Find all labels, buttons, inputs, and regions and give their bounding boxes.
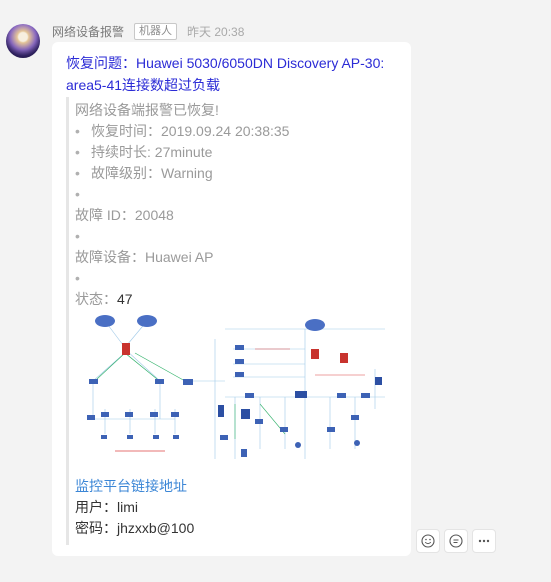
sender-name[interactable]: 网络设备报警 — [52, 23, 124, 40]
bullet-icon: • — [75, 123, 80, 139]
quote-heading: 网络设备端报警已恢复! — [75, 102, 219, 118]
chat-window: 网络设备报警 机器人 昨天 20:38 恢复问题：Huawei 5030/605… — [0, 0, 551, 582]
status-value: 47 — [117, 291, 133, 307]
list-item-severity: • 故障级别：Warning — [75, 165, 213, 181]
list-item-empty: • — [75, 226, 91, 246]
message-actions — [416, 529, 496, 553]
smile-button[interactable] — [416, 529, 440, 553]
bot-badge: 机器人 — [134, 22, 178, 40]
list-item-empty: • — [75, 184, 91, 204]
monitoring-link[interactable]: 监控平台链接地址 — [75, 476, 187, 496]
more-icon — [478, 539, 490, 543]
message-bubble: 恢复问题：Huawei 5030/6050DN Discovery AP-30:… — [52, 42, 411, 556]
bullet-icon: • — [75, 165, 80, 181]
smile-icon — [421, 534, 435, 548]
reply-icon — [449, 534, 463, 548]
fault-device: 故障设备：Huawei AP — [75, 249, 214, 265]
bullet-icon: • — [75, 228, 80, 244]
message-header: 网络设备报警 机器人 昨天 20:38 — [52, 22, 244, 40]
more-button[interactable] — [472, 529, 496, 553]
sender-avatar[interactable] — [6, 24, 40, 58]
fault-id: 故障 ID：20048 — [75, 207, 174, 223]
password-line: 密码：jhzxxb@100 — [75, 520, 195, 536]
bullet-icon: • — [75, 144, 80, 160]
user-line: 用户：limi — [75, 499, 138, 515]
bullet-icon: • — [75, 270, 80, 286]
bullet-icon: • — [75, 186, 80, 202]
status-line: 状态：47 — [75, 291, 133, 307]
list-item-duration: • 持续时长: 27minute — [75, 144, 213, 160]
message-time: 昨天 20:38 — [187, 24, 245, 39]
reply-button[interactable] — [444, 529, 468, 553]
alert-title: 恢复问题：Huawei 5030/6050DN Discovery AP-30:… — [66, 55, 385, 93]
list-item-empty: • — [75, 268, 91, 288]
list-item-recovery-time: • 恢复时间：2019.09.24 20:38:35 — [75, 123, 290, 139]
alert-quote-block: 网络设备端报警已恢复! • 恢复时间：2019.09.24 20:38:35 • 持… — [66, 97, 405, 545]
network-topology-image[interactable] — [75, 309, 387, 467]
